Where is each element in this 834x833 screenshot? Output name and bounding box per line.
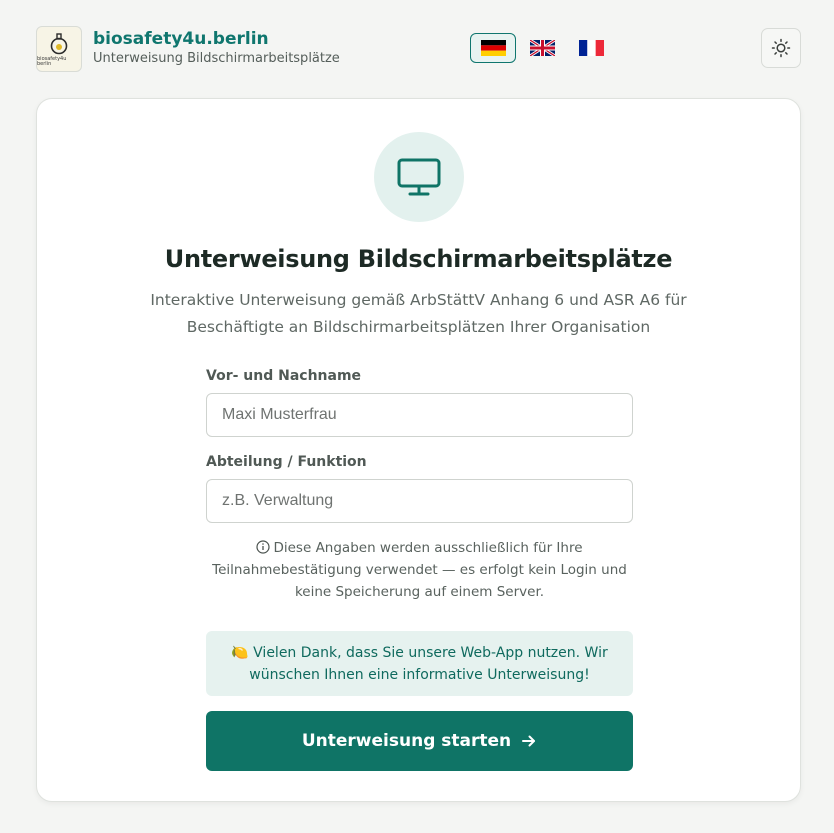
- flag-france-icon: [578, 40, 604, 56]
- brand-title: biosafety4u.berlin: [93, 29, 269, 49]
- theme-toggle-button[interactable]: [761, 28, 801, 68]
- privacy-notice-text: Diese Angaben werden ausschließlich für …: [212, 540, 627, 600]
- language-fr-button[interactable]: [568, 33, 614, 63]
- info-icon: [256, 540, 271, 554]
- lemon-icon: 🍋: [231, 644, 249, 661]
- hero-icon-circle: [374, 132, 464, 222]
- start-training-button[interactable]: Unterweisung starten: [206, 711, 633, 771]
- brand-subtitle: Unterweisung Bildschirmarbeitsplätze: [93, 51, 340, 66]
- language-de-button[interactable]: [470, 33, 516, 63]
- page-title: Unterweisung Bildschirmarbeitsplätze: [164, 245, 673, 273]
- privacy-notice: Diese Angaben werden ausschließlich für …: [206, 537, 633, 603]
- sun-icon: [771, 38, 791, 58]
- intro-card: Unterweisung Bildschirmarbeitsplätze Int…: [36, 98, 801, 802]
- monitor-icon: [397, 158, 441, 196]
- page-description: Interaktive Unterweisung gemäß ArbStättV…: [150, 291, 687, 336]
- start-button-label: Unterweisung starten: [301, 731, 512, 751]
- thanks-message: 🍋 Vielen Dank, dass Sie unsere Web-App n…: [206, 631, 633, 696]
- app-header: biosafety4u berlin biosafety4u.berlin Un…: [0, 0, 834, 98]
- language-en-button[interactable]: [519, 33, 565, 63]
- arrow-right-icon: [522, 735, 536, 747]
- logo-text: biosafety4u berlin: [37, 55, 67, 67]
- department-input[interactable]: [206, 479, 633, 523]
- flag-uk-icon: [529, 40, 555, 56]
- department-label: Abteilung / Funktion: [206, 454, 367, 470]
- language-switcher: [470, 33, 617, 63]
- flask-logo-icon: [50, 32, 68, 54]
- brand-logo: biosafety4u berlin: [36, 26, 82, 72]
- name-label: Vor- und Nachname: [206, 368, 362, 384]
- name-input[interactable]: [206, 393, 633, 437]
- thanks-text: Vielen Dank, dass Sie unsere Web-App nut…: [249, 644, 608, 683]
- flag-germany-icon: [480, 40, 506, 56]
